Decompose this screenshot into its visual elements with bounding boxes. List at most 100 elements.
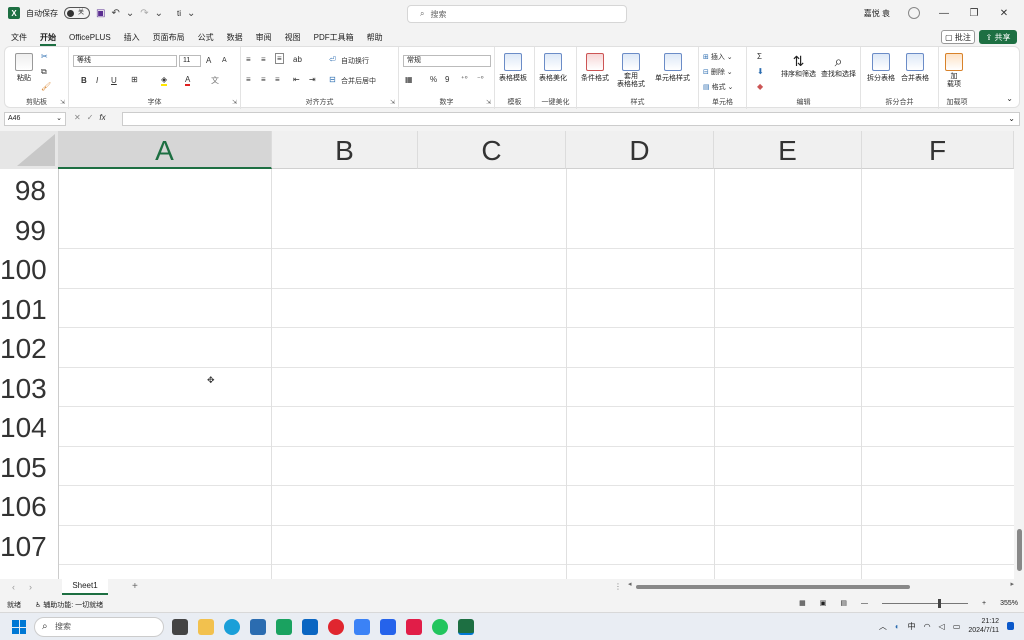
tab-officeplus[interactable]: OfficePLUS [69, 33, 111, 42]
horizontal-scrollbar[interactable]: ◂ ▸ [628, 580, 1014, 591]
avatar[interactable] [908, 7, 920, 19]
excel-taskbar-icon[interactable] [458, 619, 474, 635]
calendar-icon[interactable] [354, 619, 370, 635]
zoom-out-icon[interactable]: — [861, 600, 868, 607]
restore-icon[interactable]: ❐ [968, 8, 980, 19]
cut-icon[interactable]: ✂ [41, 52, 48, 61]
tab-split-handle[interactable]: ⋮ [614, 582, 622, 591]
clipboard-launcher-icon[interactable]: ⇲ [60, 99, 65, 106]
add-sheet-button[interactable]: + [132, 581, 138, 592]
task-view-icon[interactable] [172, 619, 188, 635]
row-header-104[interactable]: 104 [0, 408, 58, 448]
comma-button[interactable]: 9 [445, 75, 449, 84]
sort-filter-button[interactable]: ⇅ 排序和筛选 [781, 53, 816, 79]
name-box-chevron-icon[interactable]: ⌄ [56, 113, 62, 125]
scroll-right-icon[interactable]: ▸ [1010, 580, 1014, 588]
edge-icon[interactable] [224, 619, 240, 635]
font-size-select[interactable]: 11 [179, 55, 201, 67]
volume-icon[interactable]: ◁ [939, 622, 945, 631]
column-header-f[interactable]: F [862, 131, 1014, 169]
addins-button[interactable]: 加 载项 [945, 53, 963, 89]
close-icon[interactable]: ✕ [998, 8, 1010, 19]
tab-insert[interactable]: 插入 [124, 32, 140, 43]
store-icon[interactable] [250, 619, 266, 635]
expand-formula-icon[interactable]: ⌄ [1008, 114, 1015, 123]
customize-qat-icon[interactable]: ⌄ [155, 8, 163, 19]
merge-center-button[interactable]: 合并后居中 [341, 76, 376, 86]
increase-decimal-icon[interactable]: ⁺⁰ [461, 75, 468, 83]
comment-button[interactable]: ▢ 批注 [941, 30, 975, 44]
number-format-select[interactable]: 常规 [403, 55, 491, 67]
table-template-button[interactable]: 表格模板 [499, 53, 527, 83]
horizontal-scroll-thumb[interactable] [636, 585, 910, 589]
column-header-b[interactable]: B [272, 131, 418, 169]
prev-sheet-icon[interactable]: ‹ [12, 582, 15, 592]
column-header-a[interactable]: A [58, 131, 272, 169]
normal-view-icon[interactable]: ▦ [799, 599, 806, 607]
tray-app-icon[interactable]: ◐ [895, 622, 900, 631]
file-explorer-icon[interactable] [198, 619, 214, 635]
number-launcher-icon[interactable]: ⇲ [486, 99, 491, 106]
youdao-icon[interactable] [406, 619, 422, 635]
app-blue-icon[interactable] [302, 619, 318, 635]
tab-data[interactable]: 数据 [227, 32, 243, 43]
format-as-table-button[interactable]: 套用 表格格式 [617, 53, 645, 89]
align-left-icon[interactable]: ≡ [246, 75, 251, 84]
phonetic-icon[interactable]: 文 [211, 75, 219, 86]
app-green-icon[interactable] [276, 619, 292, 635]
zoom-slider[interactable] [882, 598, 968, 608]
redo-icon[interactable]: ↷ [140, 8, 148, 19]
increase-indent-icon[interactable]: ⇥ [309, 75, 316, 84]
align-middle-icon[interactable]: ≡ [261, 55, 266, 64]
wrap-text-button[interactable]: 自动换行 [341, 56, 369, 66]
notification-icon[interactable] [1007, 622, 1014, 630]
windows-start-icon[interactable] [12, 620, 26, 634]
tab-home[interactable]: 开始 [40, 32, 56, 46]
tab-review[interactable]: 审阅 [256, 32, 272, 43]
file-name[interactable]: ti [177, 9, 181, 18]
filename-chevron-icon[interactable]: ⌄ [187, 8, 195, 19]
copy-icon[interactable]: ⧉ [41, 67, 47, 77]
system-clock[interactable]: 21:12 2024/7/11 [968, 617, 999, 635]
tab-view[interactable]: 视图 [285, 32, 301, 43]
orientation-icon[interactable]: ab [293, 55, 302, 64]
paste-button[interactable]: 粘贴 [15, 53, 33, 83]
row-header-102[interactable]: 102 [0, 329, 58, 369]
accessibility-status[interactable]: ♿ 辅助功能: 一切就绪 [35, 600, 103, 610]
user-name[interactable]: 嘉悦 袁 [864, 8, 890, 19]
input-language[interactable]: 中 [908, 621, 916, 632]
tab-file[interactable]: 文件 [11, 32, 27, 43]
formula-enter-icon[interactable]: ✓ [87, 113, 94, 122]
wechat-icon[interactable] [432, 619, 448, 635]
wrap-text-icon[interactable]: ⏎ [329, 55, 336, 64]
align-center-icon[interactable]: ≡ [261, 75, 266, 84]
zoom-level[interactable]: 355% [1000, 600, 1018, 607]
cell-styles-button[interactable]: 单元格样式 [655, 53, 690, 83]
tab-pdf-toolbox[interactable]: PDF工具箱 [314, 32, 354, 43]
scroll-left-icon[interactable]: ◂ [628, 580, 632, 588]
next-sheet-icon[interactable]: › [29, 582, 32, 592]
font-color-icon[interactable]: A [185, 75, 191, 86]
table-beautify-button[interactable]: 表格美化 [539, 53, 567, 83]
align-top-icon[interactable]: ≡ [246, 55, 251, 64]
percent-button[interactable]: % [430, 75, 437, 84]
autosum-button[interactable]: Σ [757, 52, 762, 61]
column-header-d[interactable]: D [566, 131, 714, 169]
search-box[interactable]: ⌕ 搜索 [407, 5, 627, 23]
battery-icon[interactable]: ▭ [953, 622, 961, 631]
insert-function-button[interactable]: fx [99, 113, 105, 122]
vertical-scrollbar[interactable] [1014, 131, 1024, 579]
share-button[interactable]: ⇪ 共享 [979, 30, 1017, 44]
row-header-100[interactable]: 100 [0, 250, 58, 290]
row-header-106[interactable]: 106 [0, 487, 58, 527]
format-cells-button[interactable]: ▤ 格式 ⌄ [703, 82, 733, 92]
format-painter-icon[interactable]: 🖌 [41, 82, 51, 91]
font-name-select[interactable]: 等线 [73, 55, 177, 67]
autosave-toggle[interactable]: 关 [64, 7, 90, 19]
shrink-font-button[interactable]: A [222, 57, 227, 64]
taskbar-search[interactable]: 搜索 [34, 617, 164, 637]
insert-cells-button[interactable]: ⊞ 插入 ⌄ [703, 52, 733, 62]
row-header-105[interactable]: 105 [0, 448, 58, 488]
todo-icon[interactable] [380, 619, 396, 635]
fill-icon[interactable]: ⬇ [757, 67, 764, 76]
